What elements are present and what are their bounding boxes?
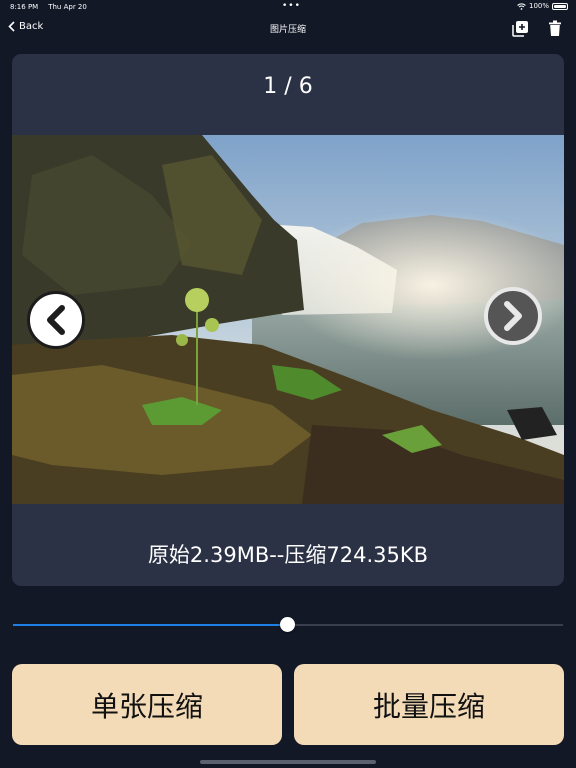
add-photo-button[interactable]: [512, 20, 529, 41]
arrow-left-icon: [47, 305, 65, 335]
page-title: 图片压缩: [269, 25, 306, 35]
status-bar: 8:16 PM Thu Apr 20 ••• 100%: [0, 0, 576, 14]
add-photo-icon: [512, 21, 528, 37]
previous-image-button[interactable]: [27, 291, 85, 349]
battery-percent: 100%: [528, 2, 549, 10]
slider-fill: [13, 624, 288, 626]
single-compress-button[interactable]: 单张压缩: [12, 664, 282, 745]
next-image-button[interactable]: [484, 287, 542, 345]
trash-icon: [549, 20, 561, 36]
batch-compress-button[interactable]: 批量压缩: [294, 664, 564, 745]
status-date: Thu Apr 20: [48, 3, 87, 11]
status-time: 8:16 PM: [10, 3, 39, 11]
home-indicator[interactable]: [200, 760, 376, 764]
image-counter: 1 / 6: [263, 74, 313, 99]
status-right: 100%: [517, 2, 568, 10]
image-preview-card: 1 / 6 原始2.39MB--压缩724.35KB: [12, 54, 564, 586]
quality-slider[interactable]: [13, 616, 563, 634]
navigation-bar: Back 图片压缩: [0, 14, 576, 44]
slider-thumb[interactable]: [280, 617, 295, 632]
battery-icon: [552, 2, 568, 10]
delete-button[interactable]: [549, 20, 561, 41]
size-info-text: 原始2.39MB--压缩724.35KB: [147, 543, 429, 567]
arrow-right-icon: [504, 301, 522, 331]
wifi-icon: [517, 2, 526, 10]
status-left: 8:16 PM Thu Apr 20: [10, 3, 97, 11]
preview-image: [12, 135, 564, 504]
multitask-dots[interactable]: •••: [282, 1, 301, 11]
